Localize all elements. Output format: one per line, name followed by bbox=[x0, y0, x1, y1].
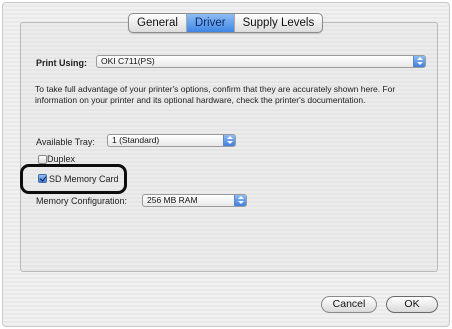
print-using-value: OKI C711(PS) bbox=[101, 56, 155, 66]
ok-button[interactable]: OK bbox=[386, 296, 438, 313]
print-using-label: Print Using: bbox=[36, 58, 87, 68]
popup-arrows-icon bbox=[413, 56, 425, 67]
duplex-checkbox[interactable] bbox=[38, 155, 47, 164]
tab-bar: General Driver Supply Levels bbox=[128, 13, 324, 33]
tab-general[interactable]: General bbox=[129, 14, 187, 32]
print-using-popup[interactable]: OKI C711(PS) bbox=[96, 55, 426, 68]
memory-configuration-label: Memory Configuration: bbox=[36, 196, 128, 206]
popup-arrows-icon bbox=[223, 135, 235, 146]
available-tray-popup[interactable]: 1 (Standard) bbox=[107, 134, 236, 147]
duplex-label: Duplex bbox=[47, 154, 76, 164]
sd-card-highlight-outline bbox=[20, 164, 127, 194]
driver-description: To take full advantage of your printer's… bbox=[35, 84, 396, 105]
available-tray-label: Available Tray: bbox=[36, 137, 95, 147]
tab-driver[interactable]: Driver bbox=[186, 14, 235, 32]
popup-arrows-icon bbox=[234, 195, 246, 206]
memory-configuration-value: 256 MB RAM bbox=[147, 195, 198, 205]
cancel-button[interactable]: Cancel bbox=[321, 296, 377, 313]
tab-supply-levels[interactable]: Supply Levels bbox=[235, 14, 323, 32]
available-tray-value: 1 (Standard) bbox=[112, 135, 160, 145]
memory-configuration-popup[interactable]: 256 MB RAM bbox=[142, 194, 247, 207]
